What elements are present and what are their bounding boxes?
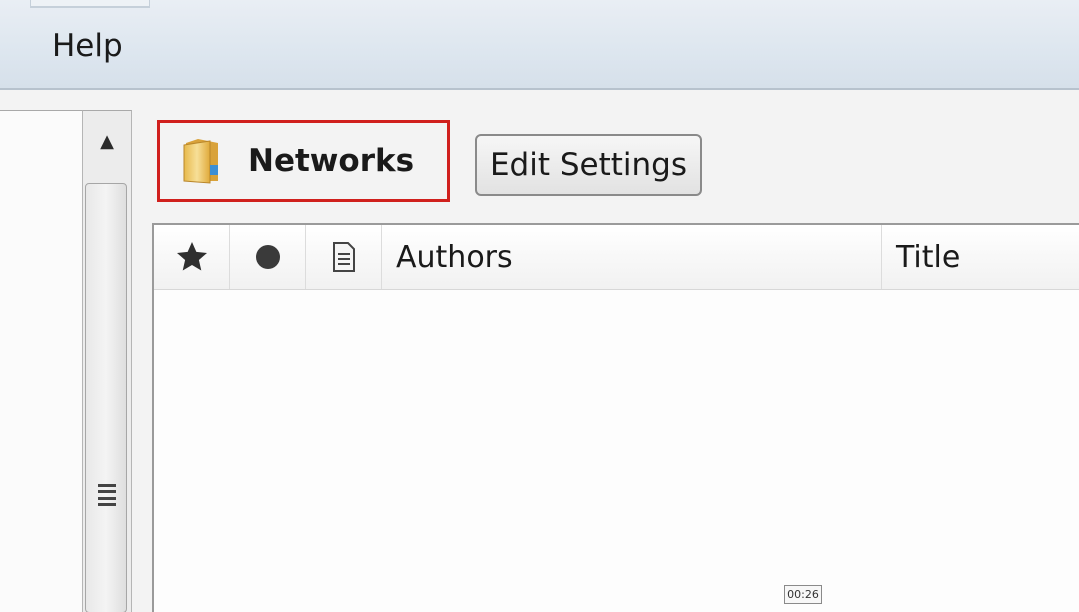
folder-icon (183, 139, 218, 184)
scroll-thumb[interactable] (85, 183, 127, 612)
menu-help[interactable]: Help (52, 28, 123, 64)
dot-icon (255, 245, 280, 269)
edit-settings-button[interactable]: Edit Settings (475, 134, 702, 196)
star-icon (176, 242, 207, 271)
left-pane-scrollbar[interactable]: ▲ (82, 110, 132, 612)
folder-networks-button[interactable]: Networks (157, 120, 450, 202)
column-header-title[interactable]: Title (882, 225, 1079, 289)
left-tree-pane[interactable] (0, 110, 82, 612)
triangle-up-icon: ▲ (100, 130, 114, 152)
app-window: Help ▲ Networks Edit Settings Authors Ti… (0, 0, 1079, 612)
column-header-favorite[interactable] (154, 225, 230, 289)
window-tab-strip (30, 0, 150, 8)
column-header-file[interactable] (306, 225, 382, 289)
table-header: Authors Title (154, 225, 1079, 290)
folder-label: Networks (248, 143, 415, 179)
column-header-authors[interactable]: Authors (382, 225, 882, 289)
grip-icon (98, 484, 116, 506)
menu-bar: Help (0, 0, 1079, 90)
references-table[interactable]: Authors Title (152, 223, 1079, 612)
column-header-read-status[interactable] (230, 225, 306, 289)
scroll-up-button[interactable]: ▲ (83, 111, 131, 171)
video-timestamp: 00:26 (784, 585, 822, 604)
document-icon (332, 242, 355, 272)
